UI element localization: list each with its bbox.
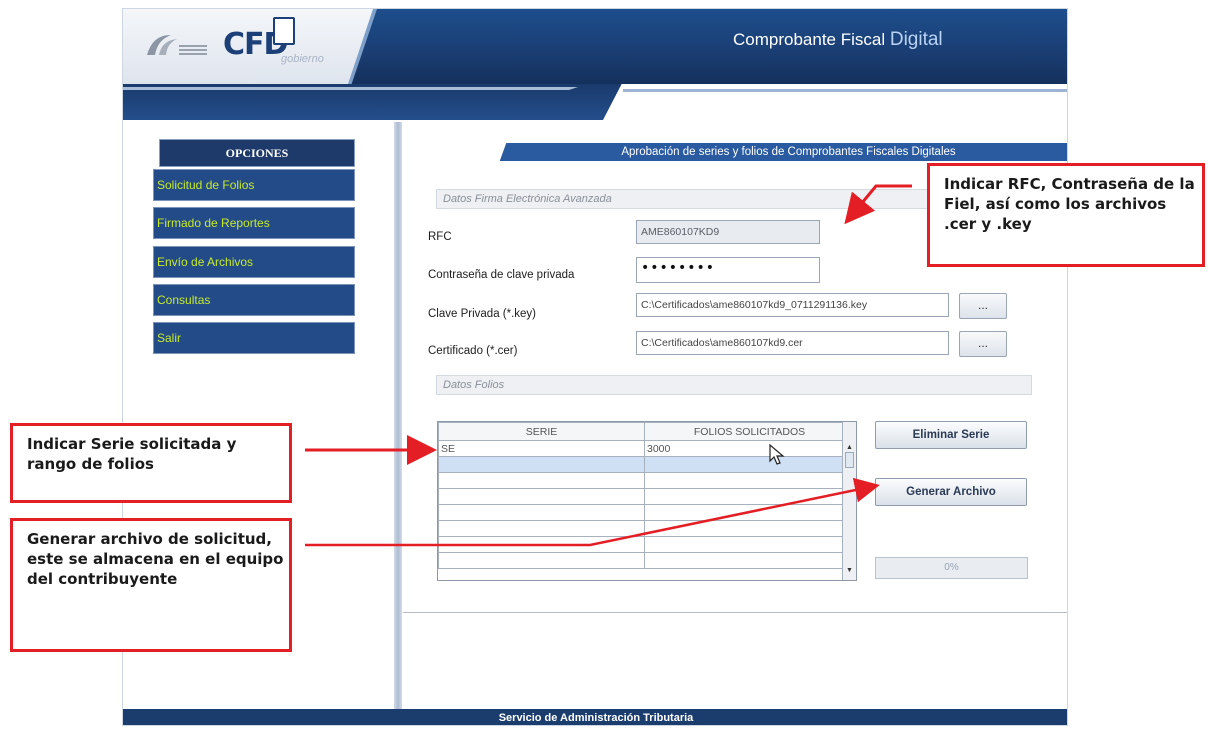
section-title: Aprobación de series y folios de Comprob… (508, 143, 1067, 161)
document-icon (273, 17, 295, 45)
table-row[interactable] (438, 504, 855, 521)
progress-bar: 0% (875, 557, 1028, 579)
table-row[interactable] (438, 456, 855, 473)
rfc-field: AME860107KD9 (636, 220, 820, 244)
generate-file-button[interactable]: Generar Archivo (875, 478, 1027, 506)
table-row[interactable] (438, 552, 855, 569)
cell-serie[interactable] (438, 520, 645, 537)
cell-serie[interactable] (438, 552, 645, 569)
cert-browse-button[interactable]: ... (959, 331, 1007, 357)
password-field[interactable]: •••••••• (636, 257, 820, 283)
sidebar-heading: OPCIONES (159, 139, 355, 167)
cert-file-field[interactable]: C:\Certificados\ame860107kd9.cer (636, 331, 949, 355)
header-band-line (623, 89, 1067, 92)
rfc-label: RFC (428, 231, 452, 243)
sidebar-item-solicitud-folios[interactable]: Solicitud de Folios (153, 169, 355, 201)
folios-table: SERIE FOLIOS SOLICITADOS SE 3000 (438, 422, 855, 569)
grid-scrollbar[interactable]: ▲ ▼ (842, 422, 856, 580)
sidebar-item-consultas[interactable]: Consultas (153, 284, 355, 316)
app-title-accent: Digital (889, 29, 943, 50)
cell-folios[interactable] (644, 552, 855, 569)
serie-callout: Indicar Serie solicitada y rango de foli… (10, 423, 292, 503)
divider-line (403, 612, 1067, 613)
cert-label: Certificado (*.cer) (428, 345, 518, 357)
cell-folios[interactable] (644, 472, 855, 489)
cell-serie[interactable] (438, 472, 645, 489)
cell-folios[interactable] (644, 520, 855, 537)
cell-folios[interactable] (644, 504, 855, 521)
cell-serie[interactable] (438, 536, 645, 553)
cell-folios[interactable] (644, 456, 855, 473)
sidebar-item-envio-archivos[interactable]: Envío de Archivos (153, 246, 355, 278)
table-row[interactable]: SE 3000 (438, 440, 855, 457)
table-row[interactable] (438, 520, 855, 537)
logo-tagline: gobierno (281, 53, 324, 65)
generate-callout: Generar archivo de solicitud, este se al… (10, 518, 292, 652)
table-row[interactable] (438, 536, 855, 553)
cell-serie[interactable] (438, 488, 645, 505)
rfc-callout: Indicar RFC, Contraseña de la Fiel, así … (927, 163, 1205, 267)
app-title-main: Comprobante Fiscal (733, 30, 890, 49)
key-label: Clave Privada (*.key) (428, 308, 537, 320)
cell-serie[interactable] (438, 456, 645, 473)
mouse-pointer-icon (769, 444, 785, 465)
scroll-thumb[interactable] (845, 452, 854, 468)
table-row[interactable] (438, 472, 855, 489)
cell-serie[interactable]: SE (438, 440, 645, 457)
scroll-up-icon[interactable]: ▲ (846, 444, 853, 451)
header-band-line-left (123, 87, 578, 90)
cell-folios[interactable] (644, 536, 855, 553)
sidebar-item-firmado-reportes[interactable]: Firmado de Reportes (153, 207, 355, 239)
password-label: Contraseña de clave privada (428, 269, 575, 281)
folios-group-header: Datos Folios (436, 375, 1032, 395)
cell-folios[interactable]: 3000 (644, 440, 855, 457)
sat-logo-icon (147, 35, 207, 55)
cell-serie[interactable] (438, 504, 645, 521)
sidebar-divider (394, 122, 402, 712)
column-header-folios[interactable]: FOLIOS SOLICITADOS (644, 422, 855, 441)
scroll-down-icon[interactable]: ▼ (846, 567, 853, 574)
sidebar-item-salir[interactable]: Salir (153, 322, 355, 354)
cell-folios[interactable] (644, 488, 855, 505)
key-file-field[interactable]: C:\Certificados\ame860107kd9_0711291136.… (636, 293, 949, 317)
footer-bar: Servicio de Administración Tributaria (123, 709, 1067, 725)
key-browse-button[interactable]: ... (959, 293, 1007, 319)
table-row[interactable] (438, 488, 855, 505)
app-title: Comprobante Fiscal Digital (733, 29, 943, 51)
folios-grid[interactable]: SERIE FOLIOS SOLICITADOS SE 3000 ▲ ▼ (437, 421, 857, 581)
column-header-serie[interactable]: SERIE (438, 422, 645, 441)
delete-serie-button[interactable]: Eliminar Serie (875, 421, 1027, 449)
